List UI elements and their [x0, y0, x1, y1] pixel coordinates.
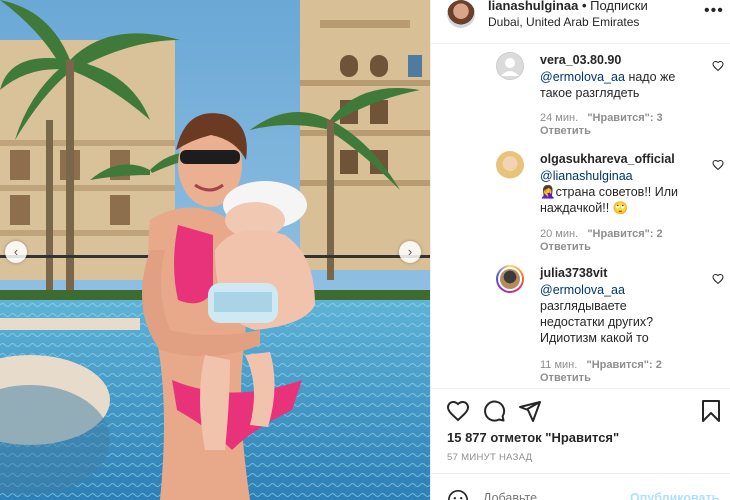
- comment-text-line1: 🤦‍♀️страна советов!! Или: [540, 185, 679, 199]
- comment-text-line2: такое разглядеть: [540, 86, 640, 100]
- comment-text-line2: наждачкой!! 🙄: [540, 201, 629, 215]
- author-avatar[interactable]: [447, 0, 475, 28]
- comment-avatar[interactable]: [496, 265, 524, 293]
- more-options-button[interactable]: •••: [704, 2, 724, 20]
- follow-status-button[interactable]: Подписки: [590, 0, 648, 13]
- comment-time[interactable]: 20 мин.: [540, 228, 578, 240]
- heart-icon[interactable]: [712, 159, 724, 171]
- chevron-right-icon: ›: [407, 244, 413, 259]
- publish-button[interactable]: Опубликовать: [630, 491, 719, 500]
- post-photo-illustration: [0, 0, 430, 500]
- comment-text-line1: разглядываете: [540, 299, 627, 313]
- add-comment-row: Опубликовать: [431, 473, 730, 500]
- header-separator: •: [581, 0, 587, 13]
- comment-username[interactable]: julia3738vit: [540, 266, 607, 280]
- post-actions: 15 877 отметок "Нравится" 57 МИНУТ НАЗАД…: [431, 388, 730, 500]
- comment-username[interactable]: vera_03.80.90: [540, 53, 621, 67]
- comment-text-line2: недостатки других?: [540, 315, 654, 329]
- author-line: lianashulginaa • Подписки: [488, 0, 648, 13]
- likes-count[interactable]: 15 877 отметок "Нравится": [447, 430, 619, 445]
- comment-reply-button[interactable]: Ответить: [540, 125, 591, 137]
- heart-icon[interactable]: [712, 273, 724, 285]
- like-heart-icon[interactable]: [446, 399, 470, 423]
- heart-icon[interactable]: [712, 60, 724, 72]
- comment-time[interactable]: 11 мин.: [540, 359, 577, 371]
- comment-reply-button[interactable]: Ответить: [540, 372, 591, 384]
- comment-likes[interactable]: "Нравится": 2: [587, 359, 662, 371]
- comment-username[interactable]: olgasukhareva_official: [540, 152, 675, 166]
- comment-time[interactable]: 24 мин.: [540, 112, 578, 124]
- share-send-icon[interactable]: [518, 399, 542, 423]
- add-comment-input[interactable]: [483, 491, 633, 500]
- comment-meta: 11 мин. "Нравится": 2: [540, 359, 662, 371]
- comment-text: @ermolova_aa надо же такое разглядеть: [540, 69, 675, 101]
- post-location[interactable]: Dubai, United Arab Emirates: [488, 15, 639, 29]
- comment-mention[interactable]: @ermolova_aa: [540, 70, 625, 84]
- comment-text-line1: надо же: [624, 70, 676, 84]
- comment-likes[interactable]: "Нравится": 2: [587, 228, 662, 240]
- prev-photo-button[interactable]: ‹: [5, 241, 27, 263]
- comment-reply-button[interactable]: Ответить: [540, 241, 591, 253]
- comment-text-line3: Идиотизм какой то: [540, 331, 649, 345]
- post-photo: ‹ ›: [0, 0, 430, 500]
- comment-meta: 24 мин. "Нравится": 3: [540, 112, 663, 124]
- comment-likes[interactable]: "Нравится": 3: [587, 112, 662, 124]
- more-dots-icon: •••: [704, 2, 724, 19]
- comment-meta: 20 мин. "Нравится": 2: [540, 228, 663, 240]
- post-header: lianashulginaa • Подписки Dubai, United …: [431, 0, 730, 44]
- comment-avatar[interactable]: [496, 52, 524, 80]
- comment-mention[interactable]: @lianashulginaa: [540, 169, 633, 183]
- next-photo-button[interactable]: ›: [399, 241, 421, 263]
- comment-mention[interactable]: @ermolova_aa: [540, 283, 625, 297]
- comment-bubble-icon[interactable]: [482, 399, 506, 423]
- comment-text: @ermolova_aa разглядываете недостатки др…: [540, 282, 653, 346]
- default-user-icon: [501, 58, 519, 76]
- chevron-left-icon: ‹: [13, 244, 19, 259]
- post-side-panel: lianashulginaa • Подписки Dubai, United …: [430, 0, 730, 500]
- posted-time[interactable]: 57 МИНУТ НАЗАД: [447, 452, 532, 463]
- author-username[interactable]: lianashulginaa: [488, 0, 578, 13]
- emoji-icon[interactable]: [447, 489, 469, 500]
- save-bookmark-icon[interactable]: [699, 399, 723, 423]
- comment-text: @lianashulginaa 🤦‍♀️страна советов!! Или…: [540, 168, 678, 216]
- comment-avatar[interactable]: [496, 151, 524, 179]
